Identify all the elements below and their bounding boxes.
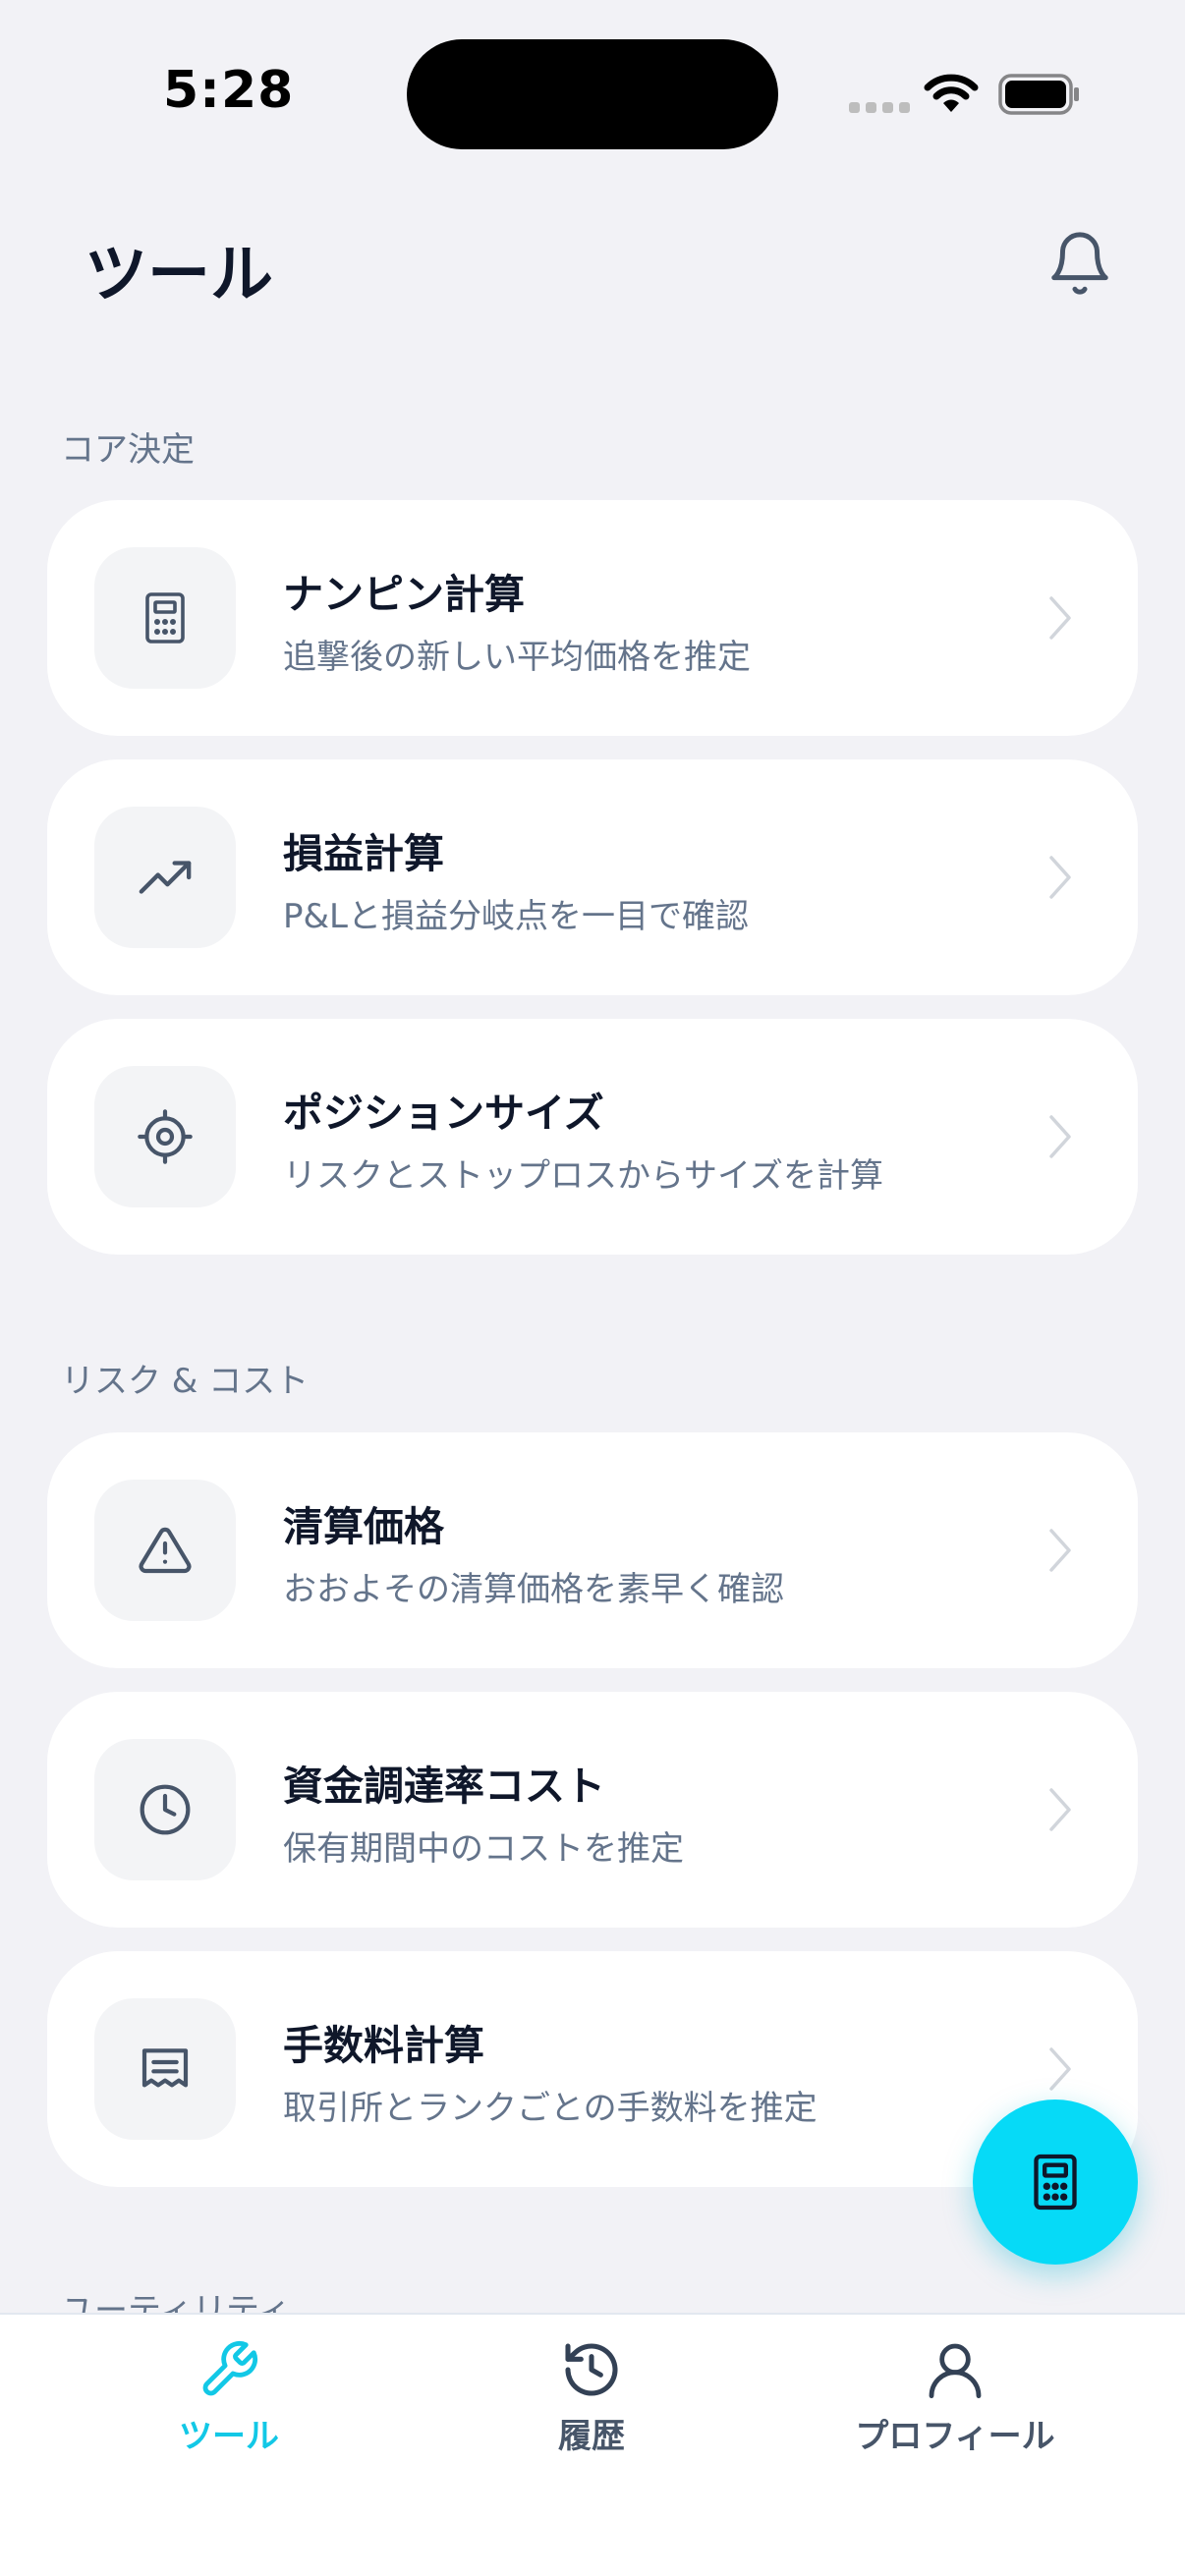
tool-card-position-size[interactable]: ポジションサイズ リスクとストップロスからサイズを計算 [47,1019,1138,1255]
tool-icon-box [94,1739,236,1880]
wifi-icon [924,74,979,112]
crosshair-icon [138,1109,193,1164]
tools-screen: 5:28 ツール コア決定 ナンピン計算 追撃後の新しい平均価格を推定 損益計算… [0,0,1185,2576]
tool-subtitle: P&Lと損益分岐点を一目で確認 [283,897,749,936]
calculator-icon [1034,2154,1077,2211]
tab-tools[interactable]: ツール [82,2338,376,2486]
notifications-button[interactable] [1045,228,1114,299]
tool-subtitle: 取引所とランクごとの手数料を推定 [283,2089,818,2128]
cellular-signal-icon [849,102,910,113]
section-label-risk-cost: リスク & コスト [61,1362,310,1401]
tool-subtitle: 追撃後の新しい平均価格を推定 [283,638,751,677]
tab-label: 履歴 [558,2417,625,2456]
tool-title: 資金調達率コスト [283,1763,605,1810]
tab-history[interactable]: 履歴 [444,2338,739,2486]
tool-subtitle: 保有期間中のコストを推定 [283,1829,684,1869]
tool-title: 損益計算 [283,830,444,877]
alert-triangle-icon [139,1527,192,1574]
tool-title: 手数料計算 [283,2022,484,2069]
trending-up-icon [139,861,192,894]
tool-icon-box [94,1480,236,1621]
chevron-right-icon [1049,1788,1071,1831]
tool-icon-box [94,807,236,948]
chevron-right-icon [1049,856,1071,899]
tool-icon-box [94,1066,236,1207]
tool-icon-box [94,1998,236,2140]
bell-icon [1051,232,1108,295]
tool-card-liquidation[interactable]: 清算価格 おおよその清算価格を素早く確認 [47,1432,1138,1668]
clock-icon [140,1784,191,1835]
calculator-icon [145,592,185,644]
section-label-core: コア決定 [61,430,195,470]
chevron-right-icon [1049,1115,1071,1158]
chevron-right-icon [1049,2047,1071,2091]
tool-card-pnl[interactable]: 損益計算 P&Lと損益分岐点を一目で確認 [47,759,1138,995]
page-title: ツール [85,239,273,311]
calculator-fab[interactable] [973,2100,1138,2265]
tool-card-funding-cost[interactable]: 資金調達率コスト 保有期間中のコストを推定 [47,1692,1138,1928]
status-time: 5:28 [163,61,295,120]
receipt-icon [141,2048,189,2088]
tab-label: ツール [179,2417,279,2456]
history-icon [565,2343,618,2396]
tool-title: ナンピン計算 [283,571,525,618]
tool-card-fees[interactable]: 手数料計算 取引所とランクごとの手数料を推定 [47,1951,1138,2187]
tool-subtitle: おおよその清算価格を素早く確認 [283,1570,784,1609]
tab-bar: ツール 履歴 プロフィール [0,2313,1185,2576]
chevron-right-icon [1049,1529,1071,1572]
battery-icon [998,74,1079,115]
tool-subtitle: リスクとストップロスからサイズを計算 [283,1156,883,1196]
tab-label: プロフィール [855,2417,1055,2456]
tool-title: 清算価格 [283,1503,444,1550]
chevron-right-icon [1049,596,1071,640]
tab-profile[interactable]: プロフィール [808,2338,1102,2486]
tool-icon-box [94,547,236,689]
user-icon [929,2343,982,2399]
dynamic-island [407,39,778,149]
tool-card-averaging[interactable]: ナンピン計算 追撃後の新しい平均価格を推定 [47,500,1138,736]
wrench-icon [202,2340,258,2396]
tool-title: ポジションサイズ [283,1090,604,1137]
